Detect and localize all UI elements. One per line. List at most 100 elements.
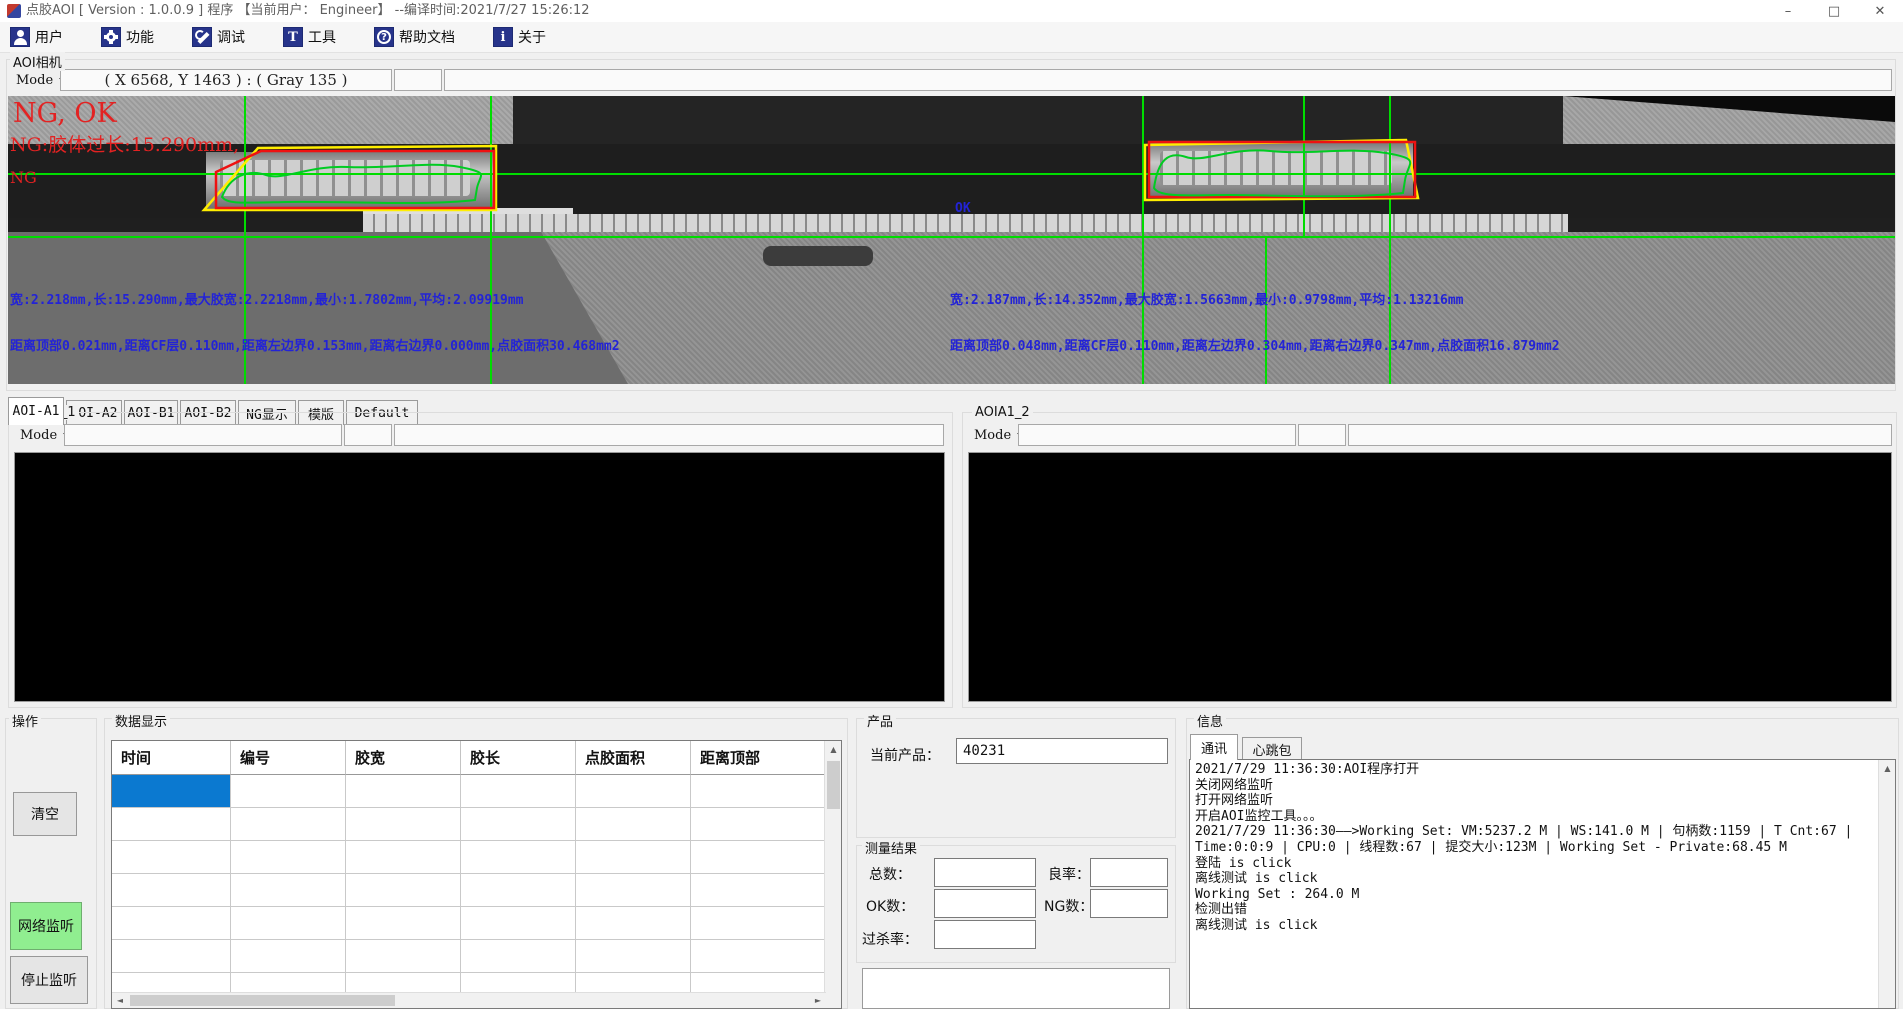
table-row[interactable] bbox=[112, 808, 826, 841]
titlebar: 点胶AOI [ Version : 1.0.0.9 ] 程序 【当前用户： En… bbox=[0, 0, 1903, 22]
tab-aoi-a1[interactable]: AOI-A1 bbox=[8, 397, 64, 425]
col-header-time[interactable]: 时间 bbox=[112, 741, 231, 775]
table-v-scrollbar[interactable]: ▲ bbox=[824, 741, 841, 1008]
table-row[interactable] bbox=[112, 940, 826, 973]
ng-detail-text: NG:胶体过长:15.290mm, bbox=[10, 130, 239, 157]
stop-listen-button[interactable]: 停止监听 bbox=[10, 956, 88, 1004]
application-window: 点胶AOI [ Version : 1.0.0.9 ] 程序 【当前用户： En… bbox=[0, 0, 1903, 1009]
toolbar-label: 关于 bbox=[518, 27, 546, 47]
window-title: 点胶AOI [ Version : 1.0.0.9 ] 程序 【当前用户： En… bbox=[26, 0, 590, 22]
table-row[interactable] bbox=[112, 874, 826, 907]
log-line: 打开网络监听 bbox=[1195, 793, 1890, 809]
scroll-up-icon[interactable]: ▲ bbox=[1879, 760, 1896, 777]
data-table[interactable]: 时间 编号 胶宽 胶长 点胶面积 距离顶部 ▲ ◄ ► bbox=[111, 740, 842, 1009]
about-icon: i bbox=[493, 27, 513, 47]
current-product-label: 当前产品： bbox=[870, 745, 940, 765]
log-line: 2021/7/29 11:36:30:AOI程序打开 bbox=[1195, 762, 1890, 778]
panel2-field-3 bbox=[1348, 424, 1892, 446]
selected-cell[interactable] bbox=[112, 775, 231, 808]
toolbar-label: 工具 bbox=[308, 27, 336, 47]
scroll-up-icon[interactable]: ▲ bbox=[825, 741, 842, 758]
total-count-label: 总数： bbox=[869, 864, 911, 884]
gear-icon bbox=[101, 27, 121, 47]
network-listen-button[interactable]: 网络监听 bbox=[10, 902, 82, 950]
panel1-field-1 bbox=[64, 424, 342, 446]
app-icon bbox=[7, 4, 21, 18]
panel1-image-view[interactable] bbox=[14, 452, 945, 702]
total-count-field[interactable] bbox=[934, 858, 1036, 887]
toolbar-item-tools[interactable]: T 工具 bbox=[283, 27, 336, 47]
current-product-field[interactable]: 40231 bbox=[956, 738, 1168, 764]
mode-label: Mode bbox=[974, 428, 1011, 443]
scroll-right-icon[interactable]: ► bbox=[810, 993, 826, 1008]
product-group bbox=[856, 718, 1176, 838]
col-header-distance-top[interactable]: 距离顶部 bbox=[691, 741, 826, 775]
scroll-thumb[interactable] bbox=[130, 995, 395, 1006]
product-extra-box bbox=[862, 968, 1170, 1009]
ng-flag-text: NG bbox=[10, 168, 37, 187]
overkill-rate-label: 过杀率： bbox=[862, 929, 918, 949]
ng-count-field[interactable] bbox=[1090, 889, 1168, 918]
table-h-scrollbar[interactable]: ◄ ► bbox=[112, 992, 826, 1008]
col-header-glue-width[interactable]: 胶宽 bbox=[346, 741, 461, 775]
yield-rate-field[interactable] bbox=[1090, 858, 1168, 887]
ok-count-field[interactable] bbox=[934, 889, 1036, 918]
overkill-rate-field[interactable] bbox=[934, 920, 1036, 949]
toolbar-item-function[interactable]: 功能 bbox=[101, 27, 154, 47]
mode-label: Mode bbox=[20, 428, 57, 443]
panel2-field-1 bbox=[1018, 424, 1296, 446]
ng-status-text: NG, OK bbox=[13, 98, 117, 129]
table-row[interactable] bbox=[112, 841, 826, 874]
clear-button[interactable]: 清空 bbox=[13, 792, 77, 836]
table-header-row: 时间 编号 胶宽 胶长 点胶面积 距离顶部 bbox=[112, 741, 826, 775]
table-row[interactable] bbox=[112, 775, 826, 808]
info-group-label: 信息 bbox=[1194, 711, 1226, 730]
measure-right-line2: 距离顶部0.048mm,距离CF层0.110mm,距离左边界0.304mm,距离… bbox=[950, 335, 1560, 354]
panel2-field-2 bbox=[1298, 424, 1346, 446]
mode-label: Mode bbox=[16, 73, 53, 88]
maximize-button[interactable]: □ bbox=[1811, 0, 1857, 22]
camera-group-label: AOI相机 bbox=[10, 52, 65, 71]
product-group-label: 产品 bbox=[864, 711, 896, 730]
ok-count-label: OK数： bbox=[866, 896, 914, 916]
user-icon bbox=[10, 27, 30, 47]
log-line: 离线测试 is click bbox=[1195, 871, 1890, 887]
toolbar-item-debug[interactable]: 调试 bbox=[192, 27, 245, 47]
measure-left-line2: 距离顶部0.021mm,距离CF层0.110mm,距离左边界0.153mm,距离… bbox=[10, 335, 620, 354]
log-line: Time:0:0:9 | CPU:0 | 线程数:67 | 提交大小:123M … bbox=[1195, 840, 1890, 856]
data-display-label: 数据显示 bbox=[112, 711, 170, 730]
measure-left-line1: 宽:2.218mm,长:15.290mm,最大胶宽:2.2218mm,最小:1.… bbox=[10, 289, 524, 308]
scroll-left-icon[interactable]: ◄ bbox=[112, 993, 128, 1008]
main-toolbar: 用户 功能 调试 T 工具 ? 帮助文档 i 关于 bbox=[0, 22, 1903, 53]
log-line: Working Set : 264.0 M bbox=[1195, 887, 1890, 903]
panel1-field-3 bbox=[394, 424, 944, 446]
panel2-image-view[interactable] bbox=[968, 452, 1892, 702]
log-line: 2021/7/29 11:36:30——>Working Set: VM:523… bbox=[1195, 824, 1890, 840]
col-header-glue-area[interactable]: 点胶面积 bbox=[576, 741, 691, 775]
table-row[interactable] bbox=[112, 907, 826, 940]
toolbar-item-help[interactable]: ? 帮助文档 bbox=[374, 27, 455, 47]
camera-image[interactable]: NG, OK NG:胶体过长:15.290mm, NG OK 宽:2.218mm… bbox=[8, 96, 1895, 384]
log-v-scrollbar[interactable]: ▲ bbox=[1878, 760, 1895, 1008]
ng-count-label: NG数： bbox=[1044, 896, 1093, 916]
scroll-thumb[interactable] bbox=[827, 761, 840, 809]
log-area[interactable]: 2021/7/29 11:36:30:AOI程序打开 关闭网络监听 打开网络监听… bbox=[1189, 759, 1896, 1009]
measure-right-line1: 宽:2.187mm,长:14.352mm,最大胶宽:1.5663mm,最小:0.… bbox=[950, 289, 1464, 308]
tab-heartbeat[interactable]: 心跳包 bbox=[1242, 737, 1302, 760]
close-button[interactable]: ✕ bbox=[1857, 0, 1903, 22]
toolbar-label: 用户 bbox=[35, 27, 63, 47]
toolbar-item-user[interactable]: 用户 bbox=[10, 27, 63, 47]
camera-toolbar-field-small bbox=[394, 69, 442, 91]
operation-group-label: 操作 bbox=[9, 711, 41, 730]
log-line: 检测出错 bbox=[1195, 902, 1890, 918]
toolbar-item-about[interactable]: i 关于 bbox=[493, 27, 546, 47]
toolbar-label: 调试 bbox=[217, 27, 245, 47]
col-header-glue-length[interactable]: 胶长 bbox=[461, 741, 576, 775]
coordinate-readout: ( X 6568, Y 1463 ) : ( Gray 135 ) bbox=[60, 69, 392, 91]
col-header-id[interactable]: 编号 bbox=[231, 741, 346, 775]
log-line: 开启AOI监控工具。。。 bbox=[1195, 809, 1890, 825]
panel-aoia1-2-label: AOIA1_2 bbox=[972, 405, 1033, 420]
tab-communication[interactable]: 通讯 bbox=[1190, 734, 1238, 760]
yield-rate-label: 良率： bbox=[1048, 864, 1090, 884]
minimize-button[interactable]: – bbox=[1765, 0, 1811, 22]
